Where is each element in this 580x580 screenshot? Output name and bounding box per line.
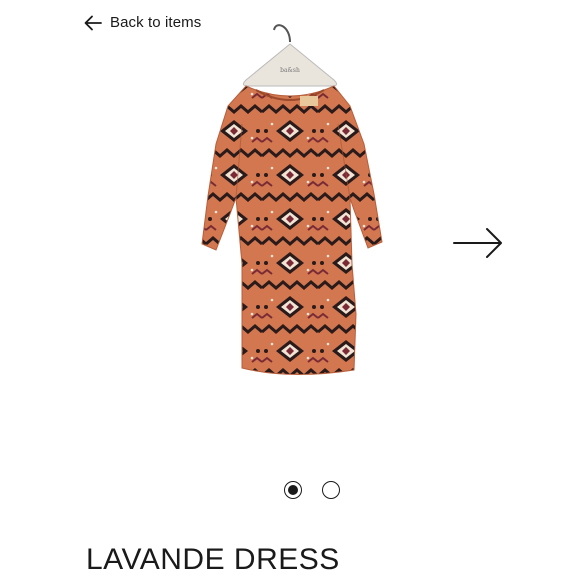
pager-dot-2[interactable] (322, 481, 340, 499)
hanger-icon: ba&sh (242, 24, 338, 87)
arrow-right-icon (452, 226, 504, 265)
radio-dot-icon (288, 485, 298, 495)
arrow-left-icon (84, 15, 102, 31)
next-image-button[interactable] (452, 226, 504, 265)
product-title: LAVANDE DRESS (86, 543, 340, 576)
svg-text:ba&sh: ba&sh (280, 67, 300, 74)
product-image[interactable]: ba&sh (150, 14, 430, 414)
pager-dot-1[interactable] (284, 481, 302, 499)
image-pager (284, 481, 340, 499)
